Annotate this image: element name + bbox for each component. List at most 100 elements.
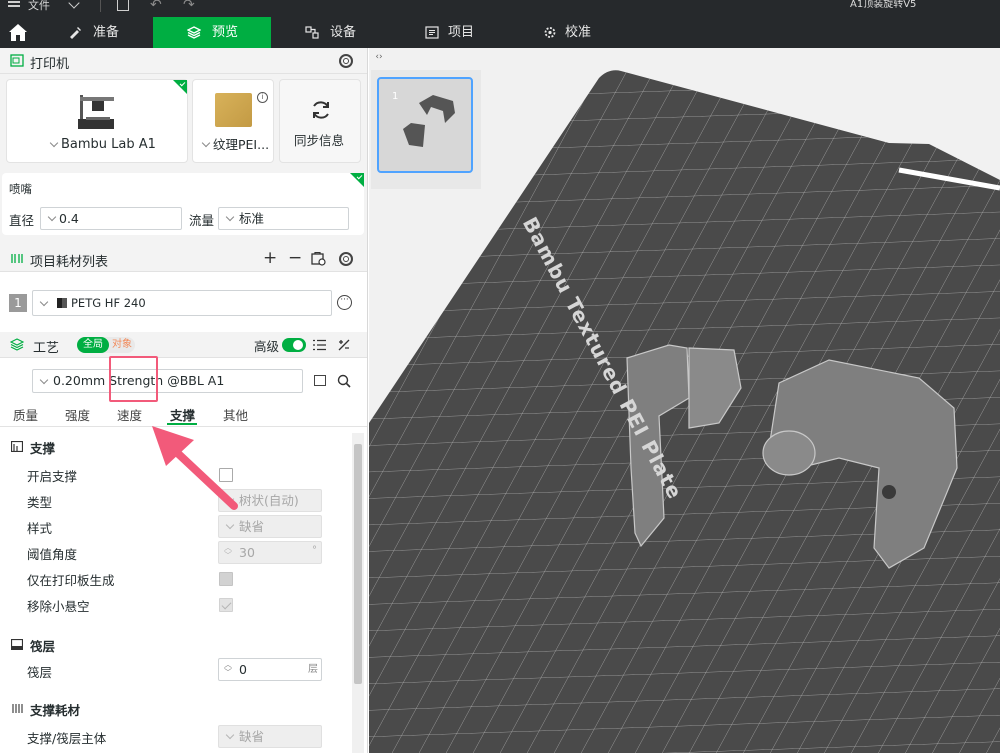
undo-icon[interactable]: ↶ (150, 0, 162, 12)
prepare-icon (70, 27, 81, 39)
divider (100, 0, 101, 12)
redo-icon[interactable]: ↷ (183, 0, 195, 12)
document-title: A1顶装旋转V5 (850, 0, 917, 10)
advanced-toggle[interactable] (282, 338, 306, 352)
enable-support-label: 开启支撑 (27, 469, 78, 484)
project-icon (425, 26, 439, 39)
tab-calibration[interactable]: 校准 (535, 17, 625, 48)
home-icon[interactable] (8, 23, 28, 43)
threshold-angle-input[interactable]: ︿ ﹀ 30 ° (218, 541, 322, 564)
stepper-icon[interactable]: ︿ ﹀ (224, 544, 232, 560)
plate-card[interactable]: i 纹理PEI... (192, 79, 274, 163)
printer-select[interactable]: Bambu Lab A1 (43, 134, 163, 157)
filament-settings-gear-icon[interactable] (339, 252, 353, 266)
object-scope-button[interactable]: 对象 (109, 337, 135, 353)
tab-prepare[interactable]: 准备 (55, 17, 153, 48)
filament-color-swatch (57, 298, 67, 308)
layers-icon (187, 26, 201, 39)
sync-info-button[interactable]: 同步信息 (279, 79, 361, 163)
support-style-select[interactable]: 缺省 (218, 515, 322, 538)
support-base-label: 支撑/筏层主体 (27, 731, 107, 746)
title-bar: 文件 ↶ ↷ A1顶装旋转V5 (0, 0, 1000, 17)
add-filament-icon[interactable]: + (263, 248, 277, 268)
process-preset-select[interactable]: 0.20mm Strength @BBL A1 (32, 369, 303, 393)
device-icon (305, 26, 319, 39)
diameter-label: 直径 (9, 213, 35, 228)
plate-image (215, 93, 252, 127)
group-title: 支撑耗材 (30, 703, 81, 718)
tab-quality[interactable]: 质量 (13, 405, 38, 424)
advanced-label: 高级 (254, 339, 280, 354)
save-icon[interactable] (117, 0, 129, 11)
printer-section-header: 打印机 (0, 48, 367, 74)
compare-icon[interactable] (337, 338, 351, 352)
flow-select[interactable]: 标准 (218, 207, 349, 230)
tab-speed[interactable]: 速度 (117, 405, 142, 424)
process-section-header: 工艺 全局 对象 高级 (0, 332, 367, 358)
scrollbar-thumb[interactable] (354, 444, 362, 684)
filament-icon (11, 254, 23, 263)
tab-strength[interactable]: 强度 (65, 405, 90, 424)
remove-small-overhang-checkbox[interactable] (219, 598, 233, 612)
filament-section-header: 项目耗材列表 + − (0, 246, 367, 272)
selected-flag-icon (350, 173, 364, 187)
support-style-label: 样式 (27, 521, 53, 536)
sync-label: 同步信息 (294, 133, 345, 148)
support-base-select[interactable]: 缺省 (218, 725, 322, 748)
group-title: 支撑 (30, 441, 56, 456)
calibration-icon (544, 27, 556, 38)
stepper-icon[interactable]: ︿ ﹀ (224, 661, 232, 677)
section-title: 打印机 (30, 57, 70, 72)
main-tab-bar: 准备 预览 设备 项目 校准 (0, 17, 1000, 48)
plate-select[interactable]: 纹理PEI... (195, 134, 273, 157)
chevron-down-icon[interactable] (68, 0, 80, 9)
plate-thumbnail[interactable]: 1 (377, 77, 473, 173)
plate-only-label: 仅在打印板生成 (27, 573, 115, 588)
file-menu[interactable]: 文件 (28, 0, 50, 11)
sync-filament-icon[interactable] (311, 252, 326, 266)
printer-image (78, 95, 114, 129)
section-title: 项目耗材列表 (30, 255, 109, 270)
global-scope-button[interactable]: 全局 (77, 337, 109, 353)
section-title: 工艺 (33, 341, 60, 356)
support-icon (11, 441, 23, 452)
filament-slot-badge: 1 (9, 294, 27, 312)
printer-settings-gear-icon[interactable] (339, 54, 353, 68)
collapse-sidebar-icon[interactable]: ‹› (372, 51, 386, 63)
list-view-icon[interactable] (313, 339, 326, 351)
settings-panel: 打印机 Bambu Lab A1 i 纹理PEI... 同步信息 喷嘴 直径 0… (0, 48, 368, 753)
settings-scrollbar[interactable] (352, 433, 364, 753)
tab-device[interactable]: 设备 (295, 17, 385, 48)
save-preset-icon[interactable] (314, 375, 326, 386)
hamburger-menu-icon[interactable] (8, 0, 22, 17)
sync-icon (313, 101, 329, 119)
raft-group-header: 筏层 (0, 633, 352, 655)
annotation-highlight-box (109, 356, 158, 402)
remove-filament-icon[interactable]: − (288, 248, 302, 268)
raft-icon (11, 639, 23, 650)
search-icon[interactable] (337, 374, 351, 388)
raft-layers-label: 筏层 (27, 665, 53, 680)
plate-only-checkbox[interactable] (219, 572, 233, 586)
selected-flag-icon (173, 80, 187, 94)
group-title: 筏层 (30, 639, 56, 654)
raft-layers-input[interactable]: ︿ ﹀ 0 层 (218, 658, 322, 681)
annotation-arrow (152, 426, 238, 510)
filament-select[interactable]: PETG HF 240 (32, 290, 332, 316)
process-layers-icon (10, 338, 24, 351)
printer-card[interactable]: Bambu Lab A1 (6, 79, 188, 163)
printer-icon (10, 54, 24, 67)
support-filament-icon (12, 704, 23, 713)
tab-preview[interactable]: 预览 (153, 17, 271, 48)
nozzle-title: 喷嘴 (9, 182, 32, 196)
unit-label: ° (312, 545, 317, 556)
info-icon[interactable]: i (257, 92, 268, 103)
tab-project[interactable]: 项目 (415, 17, 505, 48)
nozzle-diameter-select[interactable]: 0.4 (40, 207, 182, 230)
unit-label: 层 (308, 664, 318, 675)
thumbnail-model-icon (403, 95, 455, 147)
threshold-angle-label: 阈值角度 (27, 547, 78, 562)
remove-small-overhang-label: 移除小悬空 (27, 599, 90, 614)
support-filament-group-header: 支撑耗材 (0, 697, 352, 719)
filament-more-icon[interactable]: ··· (337, 295, 352, 310)
